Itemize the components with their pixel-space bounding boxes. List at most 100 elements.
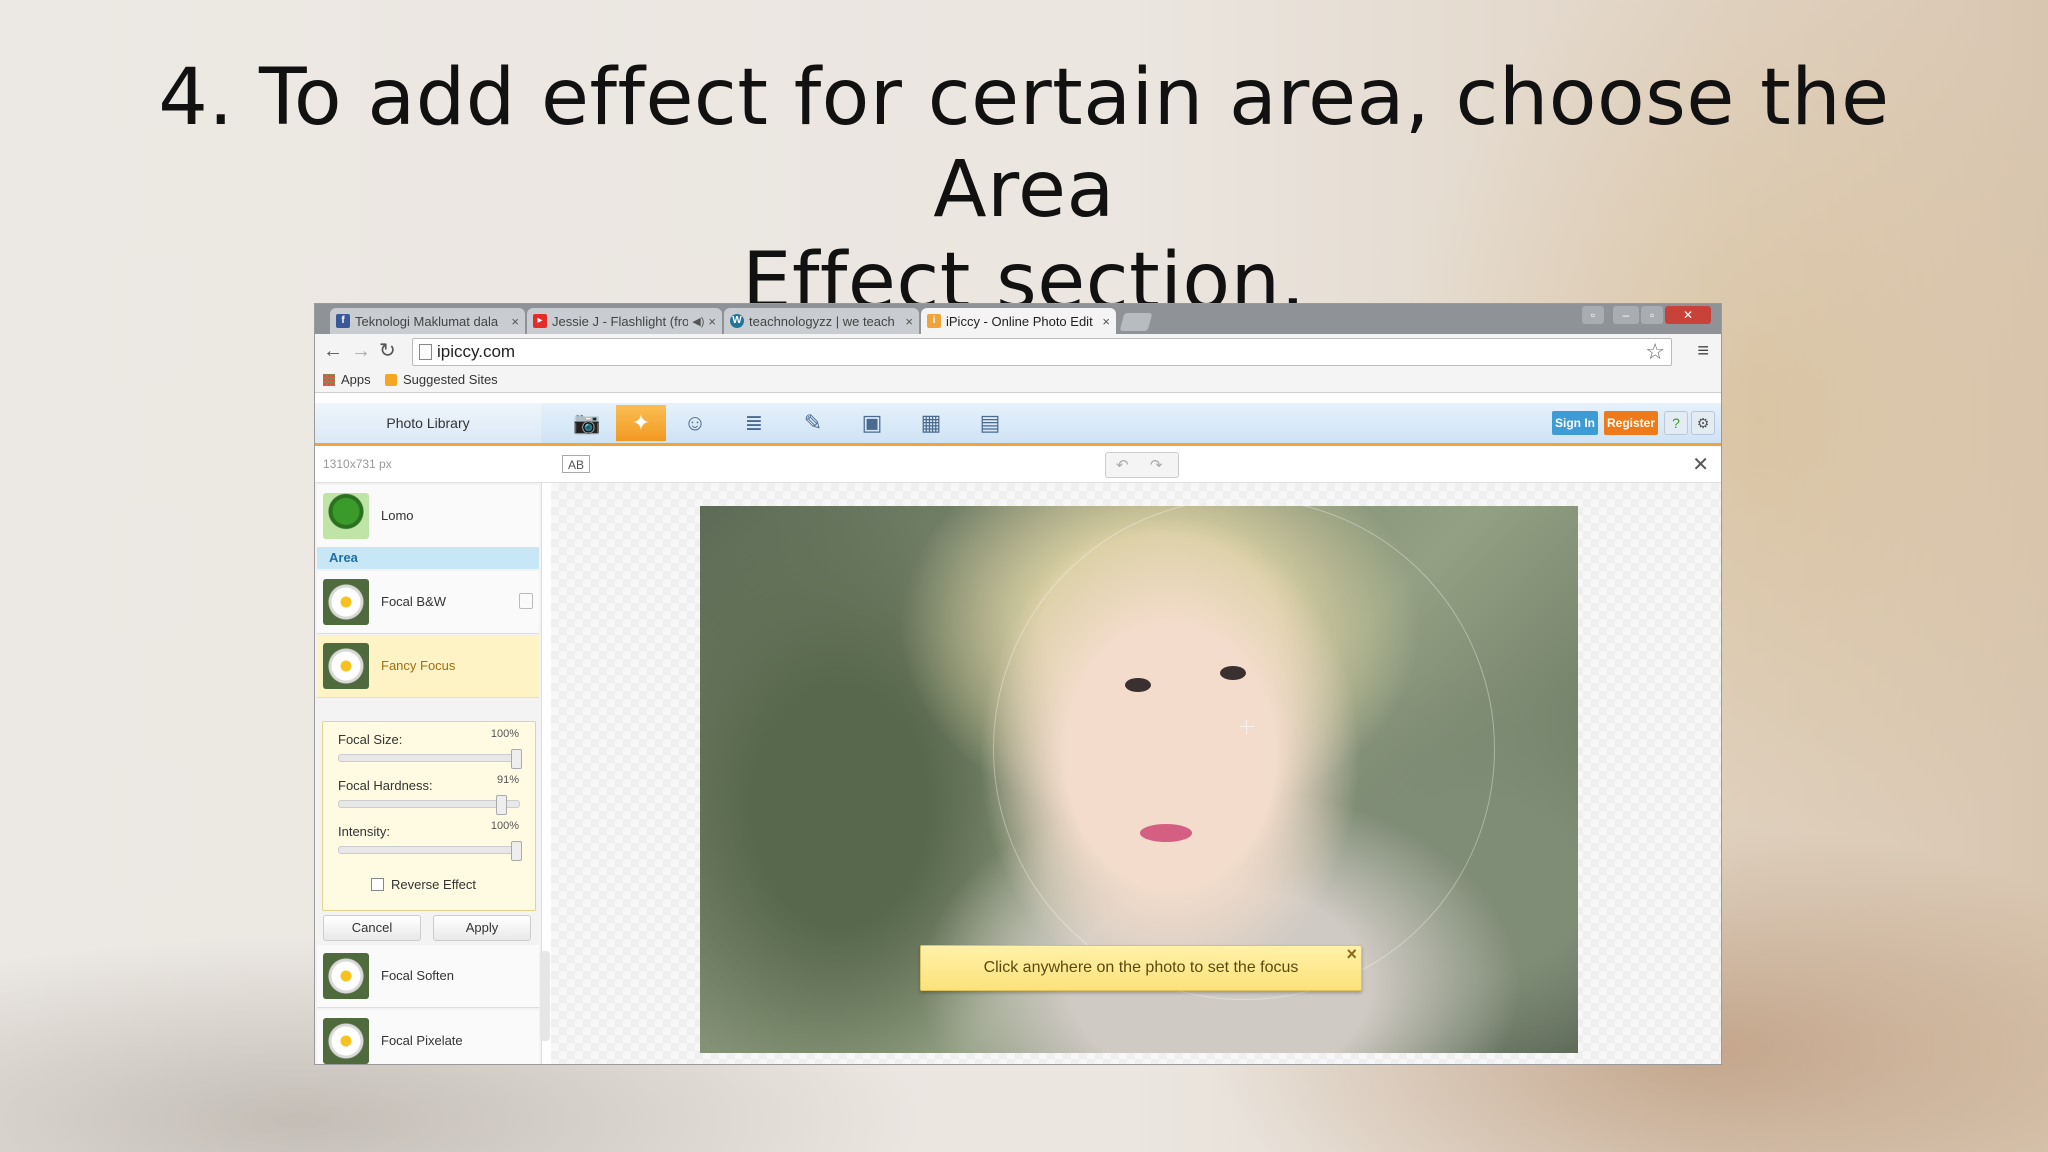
focal-bw-thumbnail [323,579,369,625]
camera-icon[interactable]: 📷 [562,405,612,441]
bookmark-star-icon[interactable]: ☆ [1645,339,1665,365]
compare-ab-button[interactable]: AB [562,455,590,473]
area-section-header[interactable]: Area [317,547,539,569]
focus-area-circle[interactable] [993,498,1495,1000]
effect-lomo[interactable]: Lomo [317,485,539,548]
focal-hardness-slider[interactable] [338,795,520,815]
effect-focal-soften[interactable]: Focal Soften [317,945,539,1008]
tab-wordpress[interactable]: W teachnologyzz | we teach × [724,308,919,334]
slide-title-line-1: 4. To add effect for certain area, choos… [158,53,1890,235]
bookmarks-bar: Apps Suggested Sites [315,368,1721,393]
bookmark-apps[interactable]: Apps [323,372,371,387]
intensity-slider[interactable] [338,841,522,861]
effect-fancy-focus[interactable]: Fancy Focus [317,635,539,698]
effect-label: Focal Pixelate [381,1033,463,1048]
sign-in-button[interactable]: Sign In [1552,411,1598,435]
focal-hardness-label: Focal Hardness: [338,778,433,793]
focus-hint-tooltip: Click anywhere on the photo to set the f… [920,944,1362,991]
focal-size-value: 100% [490,728,519,740]
user-icon[interactable]: ▫ [1582,306,1604,324]
effect-label: Lomo [381,508,414,523]
sub-toolbar: 1310x731 px AB ↶ ↷ ✕ [315,446,1721,483]
focal-hardness-value: 91% [496,774,519,786]
person-icon[interactable]: ☺ [670,405,720,441]
focal-pixelate-thumbnail [323,1018,369,1064]
save-icon[interactable]: ▤ [965,405,1015,441]
reverse-effect-checkbox[interactable] [371,878,384,891]
undo-redo-group: ↶ ↷ [1105,452,1179,478]
bookmark-apps-label: Apps [341,372,371,387]
intensity-value: 100% [490,820,519,832]
focal-size-slider[interactable] [338,749,522,769]
frame-icon[interactable]: ▣ [847,405,897,441]
focal-soften-thumbnail [323,953,369,999]
close-icon[interactable]: × [1102,314,1110,329]
image-dimensions: 1310x731 px [323,457,392,471]
tab-ipiccy[interactable]: i iPiccy - Online Photo Edit × [921,308,1116,334]
undo-icon[interactable]: ↶ [1116,456,1129,474]
effect-focal-pixelate[interactable]: Focal Pixelate [317,1010,539,1064]
apps-grid-icon [323,373,335,386]
tab-label: iPiccy - Online Photo Edit [946,313,1093,329]
menu-icon[interactable]: ≡ [1697,340,1709,363]
youtube-icon: ▸ [533,314,547,328]
app-toolbar: Photo Library 📷 ✦ ☺ ≣ ✎ ▣ ▦ ▤ Sign In Re… [315,403,1721,446]
close-icon[interactable]: × [905,314,913,329]
layers-icon[interactable]: ≣ [729,405,779,441]
bing-icon [385,373,397,386]
effects-panel: Lomo Area Focal B&W Fancy Focus Focal Si… [315,483,542,1064]
url-text: ipiccy.com [437,342,516,361]
effect-label: Fancy Focus [381,658,456,673]
forward-arrow-icon[interactable]: → [351,339,371,363]
tab-label: teachnologyzz | we teach [749,313,895,329]
slider-handle[interactable] [511,749,522,769]
reload-icon[interactable]: ↻ [379,339,396,363]
address-bar-row: ← → ↻ ipiccy.com ☆ ≡ [315,334,1721,368]
bookmark-suggested-sites[interactable]: Suggested Sites [385,372,498,387]
slider-handle[interactable] [495,795,507,815]
reverse-effect-label: Reverse Effect [391,877,477,892]
effect-focal-bw[interactable]: Focal B&W [317,571,539,634]
apply-button[interactable]: Apply [433,915,531,941]
minimize-button[interactable]: – [1613,306,1639,324]
close-icon[interactable]: × [708,314,716,329]
register-button[interactable]: Register [1604,411,1658,435]
new-tab-button[interactable] [1119,313,1153,331]
fancy-focus-thumbnail [323,643,369,689]
maximize-button[interactable]: ▫ [1641,306,1663,324]
url-input[interactable]: ipiccy.com ☆ [412,338,1672,366]
paint-icon[interactable]: ✎ [788,405,838,441]
bookmark-suggested-label: Suggested Sites [403,372,498,387]
page-icon [419,344,432,360]
effect-label: Focal Soften [381,968,454,983]
tab-youtube[interactable]: ▸ Jessie J - Flashlight (fro ◀) × [527,308,722,334]
effect-label: Focal B&W [381,594,447,609]
redo-icon[interactable]: ↷ [1150,456,1163,474]
edit-icon[interactable] [519,593,533,609]
photo-library-button[interactable]: Photo Library [315,403,541,443]
slider-handle[interactable] [511,841,522,861]
magic-wand-icon[interactable]: ✦ [616,405,666,441]
focal-size-label: Focal Size: [338,732,403,747]
speaker-icon: ◀) [692,315,705,328]
panel-scrollbar[interactable] [540,951,550,1041]
focus-crosshair-icon[interactable] [1240,720,1254,734]
window-close-button[interactable]: ✕ [1665,306,1711,324]
focus-hint-text: Click anywhere on the photo to set the f… [983,959,1299,976]
back-arrow-icon[interactable]: ← [323,339,343,363]
close-icon[interactable]: × [511,314,519,329]
close-panel-icon[interactable]: ✕ [1692,452,1709,477]
wordpress-icon: W [730,314,744,328]
cancel-button[interactable]: Cancel [323,915,421,941]
close-icon[interactable]: × [1346,932,1357,976]
fancy-focus-settings: Focal Size: 100% Focal Hardness: 91% Int… [322,721,536,911]
tab-facebook[interactable]: f Teknologi Maklumat dala × [330,308,525,334]
help-icon[interactable]: ? [1664,411,1688,435]
tab-label: Teknologi Maklumat dala [355,313,499,329]
facebook-icon: f [336,314,350,328]
intensity-label: Intensity: [338,824,391,839]
gear-icon[interactable]: ⚙ [1691,411,1715,435]
slide-title: 4. To add effect for certain area, choos… [100,52,1948,328]
texture-icon[interactable]: ▦ [906,405,956,441]
reverse-effect-option[interactable]: Reverse Effect [371,877,476,892]
